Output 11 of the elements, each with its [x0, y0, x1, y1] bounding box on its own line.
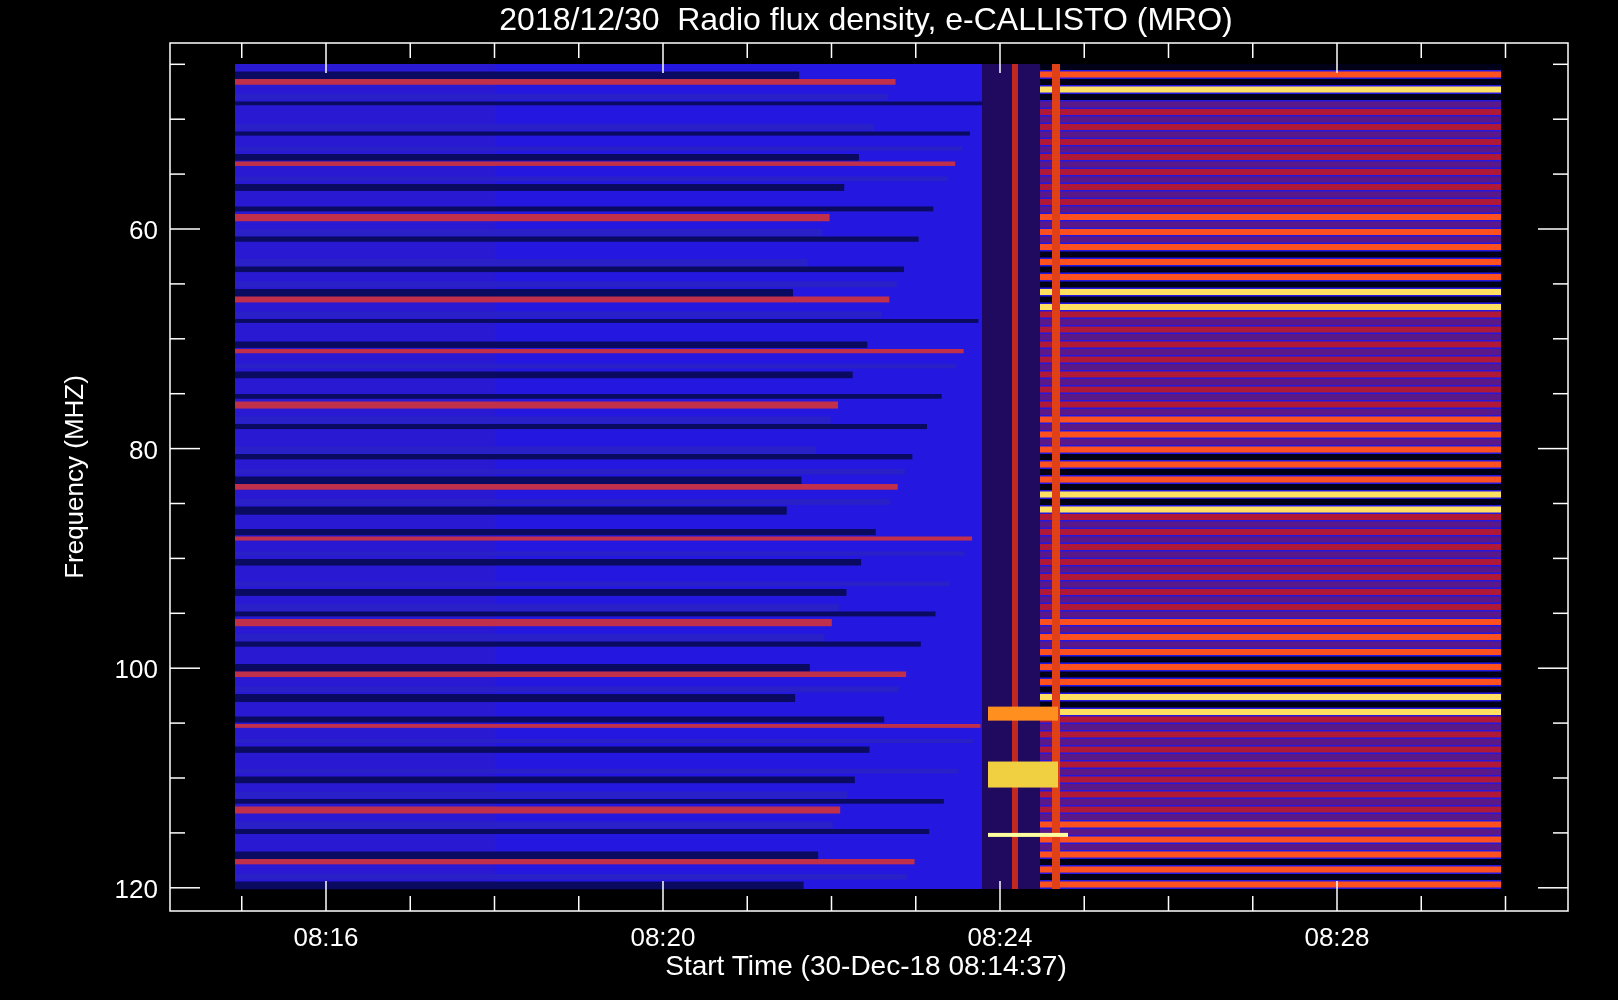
y-tick-label: 120 [114, 873, 158, 904]
x-tick-label: 08:28 [1304, 922, 1370, 952]
x-axis-title: Start Time (30-Dec-18 08:14:37) [665, 950, 1067, 981]
plot-title: 2018/12/30 Radio flux density, e-CALLISTO (MRO) [499, 1, 1233, 37]
y-axis-title: Frequency (MHZ) [59, 375, 89, 579]
x-tick-label: 08:24 [967, 922, 1033, 952]
x-tick-label: 08:16 [293, 922, 359, 952]
y-tick-label: 60 [129, 215, 158, 245]
y-tick-label: 80 [129, 434, 158, 465]
y-tick-label: 100 [114, 654, 158, 685]
x-tick-label: 08:20 [630, 922, 696, 952]
